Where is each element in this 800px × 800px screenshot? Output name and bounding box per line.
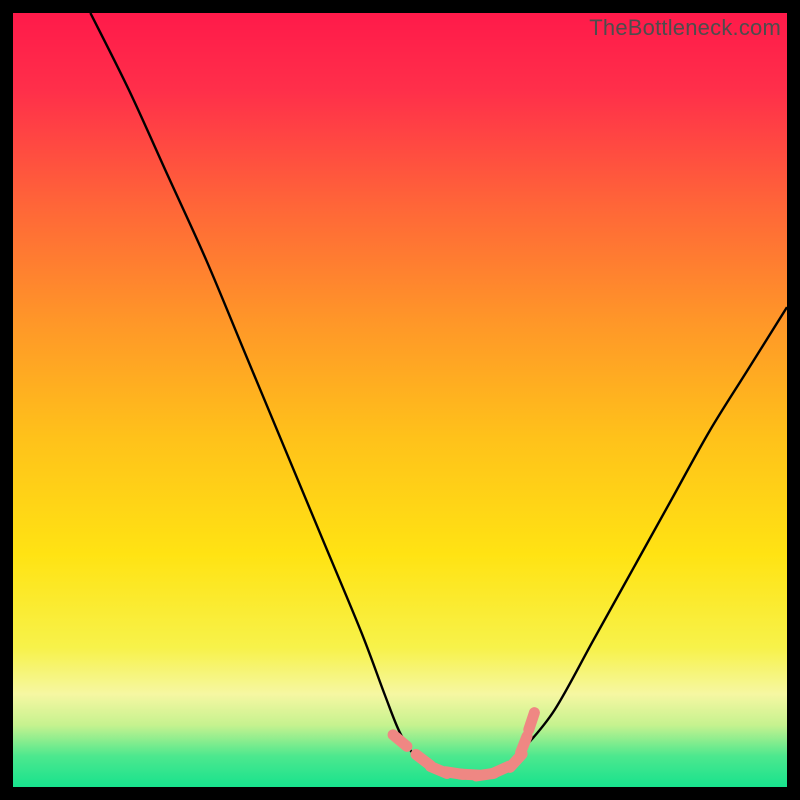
watermark-text: TheBottleneck.com bbox=[589, 15, 781, 41]
chart-frame: TheBottleneck.com bbox=[13, 13, 787, 787]
highlight-marker bbox=[529, 713, 535, 730]
gradient-background bbox=[13, 13, 787, 787]
highlight-marker bbox=[521, 736, 528, 753]
bottleneck-chart bbox=[13, 13, 787, 787]
